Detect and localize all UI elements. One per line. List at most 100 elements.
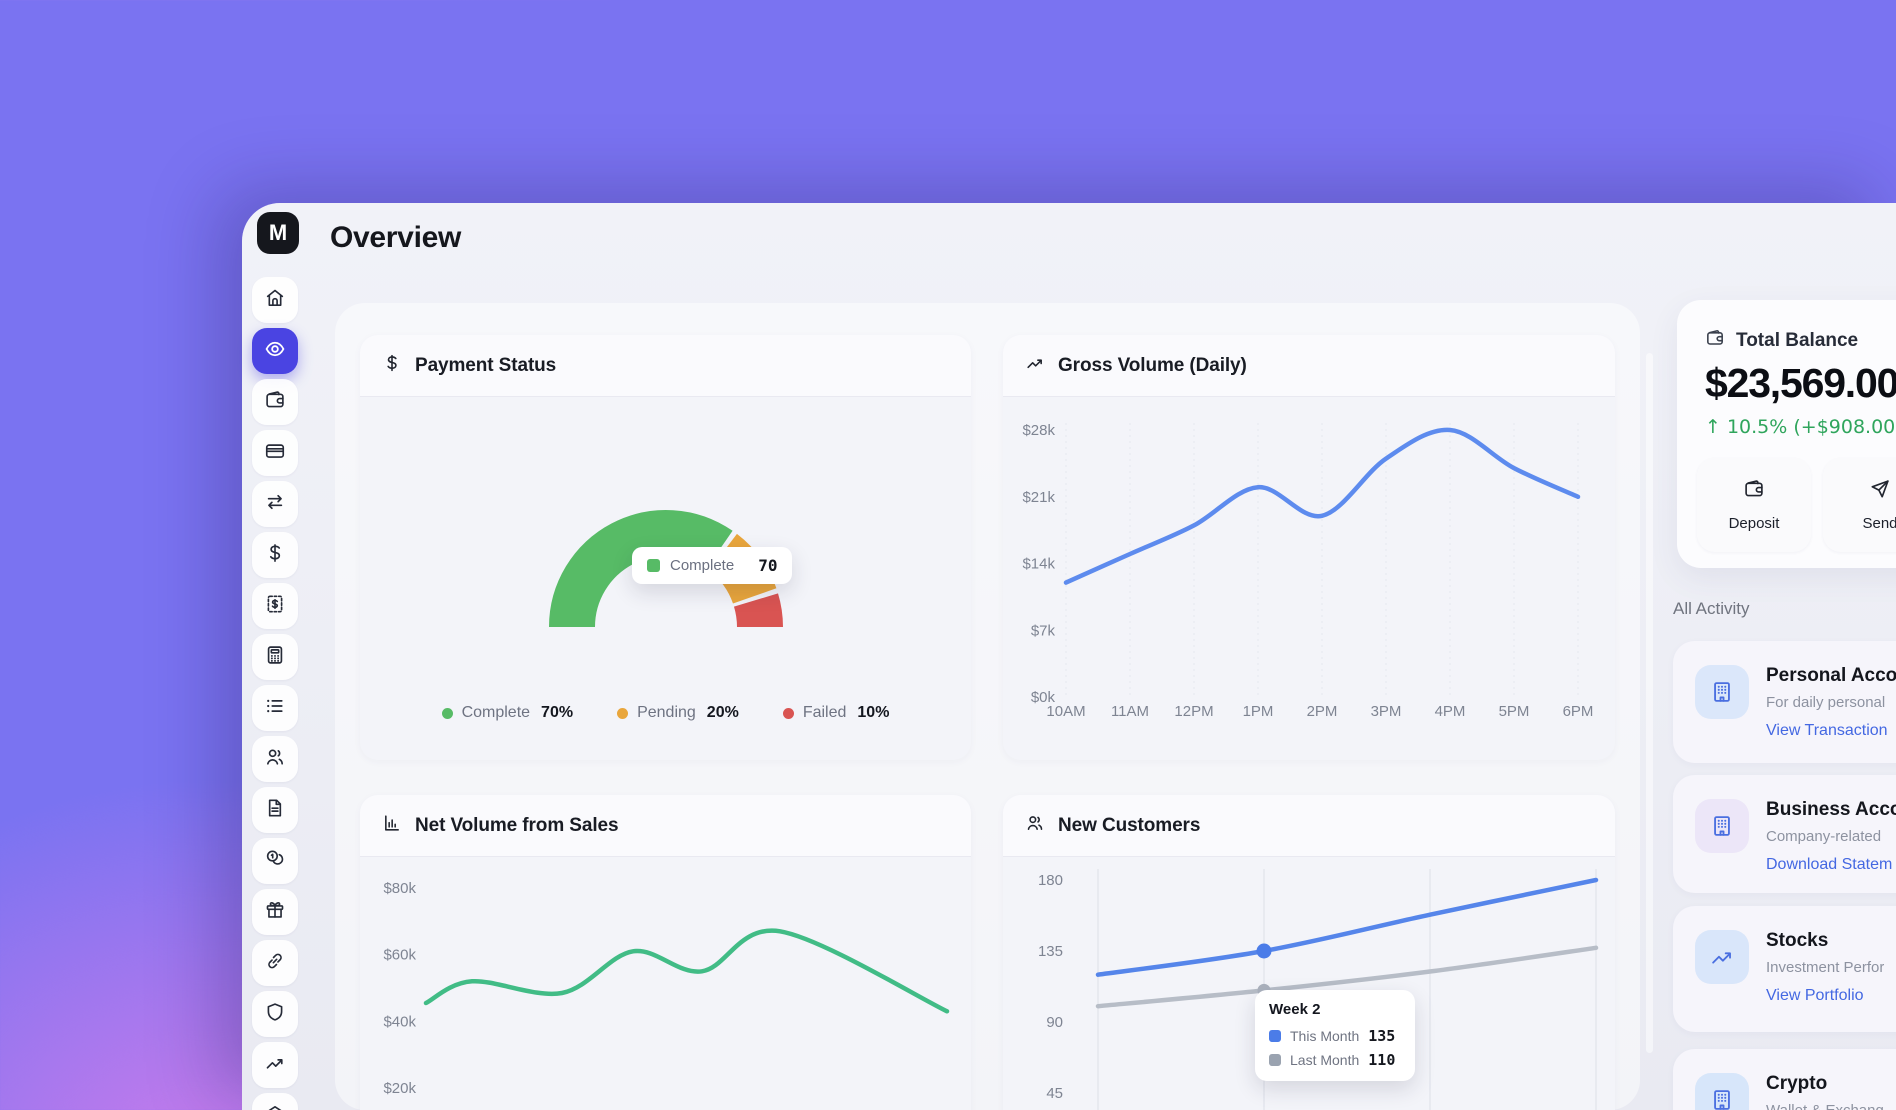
card-gross-volume: Gross Volume (Daily) 10AM11AM12PM1PM2PM3…: [1003, 335, 1615, 760]
svg-text:6PM: 6PM: [1563, 703, 1594, 720]
building-icon: [1695, 799, 1749, 853]
sidebar-item-wallet[interactable]: [252, 379, 298, 425]
sidebar-item-dollar[interactable]: [252, 532, 298, 578]
sidebar-item-calculator[interactable]: [252, 634, 298, 680]
all-activity-heading: All Activity: [1673, 599, 1750, 619]
svg-text:180: 180: [1038, 872, 1063, 889]
sidebar-item-transfer[interactable]: [252, 481, 298, 527]
sidebar: [252, 277, 298, 1110]
right-panel: Total Balance $23,569.00 ↑ 10.5% (+$908.…: [1657, 203, 1896, 1110]
card-payment-status: Payment Status Complete 70 Complete70%Pe…: [360, 335, 971, 760]
svg-text:$21k: $21k: [1022, 489, 1055, 506]
activity-link[interactable]: View Transaction: [1766, 722, 1896, 740]
trend-up-icon: [1025, 353, 1045, 378]
activity-title: Business Accou: [1766, 799, 1896, 821]
building-icon: [1695, 1073, 1749, 1110]
transfer-icon: [264, 491, 286, 518]
bar-chart-icon: [382, 813, 402, 838]
svg-text:45: 45: [1046, 1085, 1063, 1102]
svg-text:11AM: 11AM: [1111, 703, 1149, 720]
users-icon: [264, 746, 286, 773]
card-header: New Customers: [1003, 795, 1615, 857]
sidebar-item-gift[interactable]: [252, 889, 298, 935]
svg-text:90: 90: [1046, 1014, 1063, 1031]
gauge-legend: Complete70%Pending20%Failed10%: [360, 704, 971, 722]
send-button[interactable]: Send: [1823, 458, 1896, 552]
activity-item-personal[interactable]: Personal Accou For daily personal View Tra…: [1673, 641, 1896, 763]
total-balance-label: Total Balance: [1736, 330, 1858, 352]
activity-desc: For daily personal: [1766, 694, 1896, 711]
svg-text:$20k: $20k: [383, 1080, 416, 1097]
scrollbar[interactable]: [1646, 353, 1653, 1053]
list-icon: [264, 695, 286, 722]
sidebar-item-home[interactable]: [252, 277, 298, 323]
tooltip-row: Last Month110: [1269, 1051, 1401, 1069]
activity-link[interactable]: Download Statem: [1766, 856, 1896, 874]
sidebar-item-invoice[interactable]: [252, 583, 298, 629]
dollar-icon: [382, 353, 402, 378]
calculator-icon: [264, 644, 286, 671]
svg-text:2PM: 2PM: [1307, 703, 1338, 720]
tooltip-value: 70: [758, 556, 777, 575]
invoice-icon: [264, 593, 286, 620]
card-new-customers: New Customers 1801359045 Week 2 This Mon…: [1003, 795, 1615, 1110]
home-icon: [264, 287, 286, 314]
activity-title: Crypto: [1766, 1073, 1884, 1095]
card-title: Gross Volume (Daily): [1058, 355, 1247, 377]
activity-item-stocks[interactable]: StocksInvestment PerforView Portfolio: [1673, 906, 1896, 1032]
users-icon: [1025, 813, 1045, 838]
deposit-button[interactable]: Deposit: [1697, 458, 1811, 552]
sidebar-item-eye-active[interactable]: [252, 328, 298, 374]
sidebar-item-coins[interactable]: [252, 838, 298, 884]
net-volume-line-chart[interactable]: $80k $60k $40k $20k: [360, 857, 971, 1110]
total-balance-card: Total Balance $23,569.00 ↑ 10.5% (+$908.…: [1677, 300, 1896, 568]
gross-volume-line-chart[interactable]: 10AM11AM12PM1PM2PM3PM4PM5PM6PM$28k$21k$1…: [1003, 397, 1615, 760]
card-header: Gross Volume (Daily): [1003, 335, 1615, 397]
svg-text:$0k: $0k: [1031, 689, 1056, 706]
activity-item-crypto[interactable]: Crypto Wallet & Exchang: [1673, 1049, 1896, 1110]
sidebar-item-users[interactable]: [252, 736, 298, 782]
card-header: Net Volume from Sales: [360, 795, 971, 857]
trend-up-icon: [1695, 930, 1749, 984]
legend-item-failed: Failed10%: [783, 704, 890, 722]
credit-card-icon: [264, 440, 286, 467]
svg-text:$60k: $60k: [383, 947, 416, 964]
building-icon: [1695, 665, 1749, 719]
bank-icon: [264, 1103, 286, 1110]
tooltip-title: Week 2: [1269, 1001, 1401, 1018]
legend-item-pending: Pending20%: [617, 704, 739, 722]
svg-text:$14k: $14k: [1022, 556, 1055, 573]
sidebar-item-credit-card[interactable]: [252, 430, 298, 476]
activity-item-business[interactable]: Business Accou Company-related Download St…: [1673, 775, 1896, 893]
card-title: Payment Status: [415, 355, 556, 377]
dollar-icon: [264, 542, 286, 569]
coins-icon: [264, 848, 286, 875]
shield-icon: [264, 1001, 286, 1028]
trend-up-icon: [264, 1052, 286, 1079]
link-icon: [264, 950, 286, 977]
tooltip-row: This Month135: [1269, 1027, 1401, 1045]
activity-link[interactable]: View Portfolio: [1766, 987, 1884, 1005]
activity-desc: Wallet & Exchang: [1766, 1102, 1884, 1110]
svg-text:$40k: $40k: [383, 1013, 416, 1030]
activity-title: Stocks: [1766, 930, 1884, 952]
sidebar-item-bank[interactable]: [252, 1093, 298, 1110]
wallet-icon: [1705, 328, 1725, 353]
complete-swatch: [647, 559, 660, 572]
card-title: Net Volume from Sales: [415, 815, 618, 837]
activity-desc: Company-related: [1766, 828, 1896, 845]
svg-text:$80k: $80k: [383, 880, 416, 897]
sidebar-item-link[interactable]: [252, 940, 298, 986]
sidebar-item-shield[interactable]: [252, 991, 298, 1037]
total-balance-change: ↑ 10.5% (+$908.00): [1705, 416, 1896, 438]
app-logo: M: [257, 212, 299, 254]
document-icon: [264, 797, 286, 824]
activity-title: Personal Accou: [1766, 665, 1896, 687]
gauge-tooltip: Complete 70: [632, 547, 792, 584]
sidebar-item-trend-up[interactable]: [252, 1042, 298, 1088]
svg-text:$28k: $28k: [1022, 422, 1055, 439]
total-balance-amount: $23,569.00: [1705, 360, 1896, 407]
svg-text:12PM: 12PM: [1174, 703, 1213, 720]
sidebar-item-document[interactable]: [252, 787, 298, 833]
sidebar-item-list[interactable]: [252, 685, 298, 731]
